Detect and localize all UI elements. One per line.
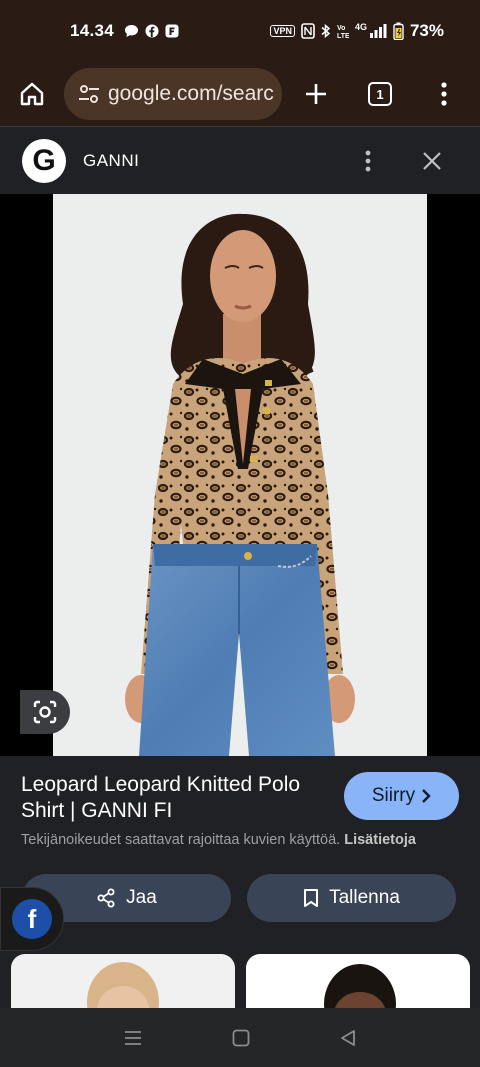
learn-more-link[interactable]: Lisätietoja [344, 832, 416, 848]
result-info: Leopard Leopard Knitted Polo Shirt | GAN… [0, 756, 480, 886]
tab-switcher-button[interactable]: 1 [348, 62, 412, 126]
site-name[interactable]: GANNI [83, 151, 139, 171]
lens-search-icon [33, 700, 57, 724]
network-type: 4G [354, 22, 367, 32]
more-vert-icon [441, 82, 447, 106]
svg-text:Vo: Vo [337, 25, 345, 32]
status-time: 14.34 [70, 21, 115, 40]
home-nav-icon[interactable] [232, 1029, 250, 1047]
google-lens-button[interactable] [20, 690, 70, 734]
facebook-icon [145, 24, 159, 38]
floating-app-bubble[interactable]: f [0, 887, 64, 951]
related-model-2 [324, 964, 396, 1008]
battery-level: 73% [409, 21, 444, 40]
url-bar[interactable]: google.com/searc [64, 68, 282, 120]
viewer-close-button[interactable] [400, 129, 464, 193]
image-preview-area [0, 194, 480, 756]
copyright-text: Tekijänoikeudet saattavat rajoittaa kuvi… [21, 832, 341, 848]
back-nav-icon[interactable] [340, 1029, 356, 1047]
product-image[interactable] [53, 194, 427, 756]
svg-text:LTE: LTE [337, 33, 349, 39]
visit-button[interactable]: Siirry [344, 772, 459, 820]
home-button[interactable] [0, 62, 64, 126]
browser-menu-button[interactable] [412, 62, 476, 126]
save-label: Tallenna [329, 887, 400, 908]
related-model-1 [87, 962, 159, 1008]
related-image-1[interactable] [11, 954, 235, 1008]
status-bar: 14.34 VPN Vo LTE 4G 73% [0, 0, 480, 62]
share-icon [97, 888, 115, 908]
save-button[interactable]: Tallenna [247, 874, 456, 922]
app-f-icon [165, 24, 179, 38]
system-icons: VPN Vo LTE 4G 73% [270, 21, 444, 41]
tab-count: 1 [368, 82, 392, 106]
model-illustration [125, 213, 355, 756]
share-label: Jaa [126, 887, 157, 908]
recent-apps-icon[interactable] [124, 1030, 142, 1046]
notification-icons [124, 24, 179, 38]
system-nav-bar [0, 1008, 480, 1067]
home-icon [20, 82, 44, 106]
close-icon [423, 151, 441, 170]
nfc-icon [301, 23, 315, 39]
image-viewer-header: G GANNI [0, 126, 480, 194]
visit-label: Siirry [371, 785, 416, 806]
vpn-badge: VPN [270, 25, 295, 37]
browser-toolbar: google.com/searc 1 [0, 62, 480, 126]
chevron-right-icon [422, 789, 431, 803]
battery-icon [393, 22, 404, 40]
bookmark-icon [304, 889, 319, 907]
bubble-letter: f [12, 899, 52, 939]
result-title[interactable]: Leopard Leopard Knitted Polo Shirt | GAN… [21, 772, 331, 824]
plus-icon [306, 84, 326, 104]
more-vert-icon [365, 150, 371, 171]
volte-icon: VoLTE [337, 25, 349, 39]
viewer-more-button[interactable] [336, 129, 400, 193]
new-tab-button[interactable] [284, 62, 348, 126]
related-image-2[interactable] [246, 954, 470, 1008]
site-favicon: G [22, 138, 66, 183]
site-settings-icon[interactable] [78, 84, 100, 104]
related-images [0, 932, 480, 1008]
chat-icon [125, 25, 139, 37]
bluetooth-icon [321, 23, 331, 39]
signal-icon [369, 24, 387, 38]
copyright-notice: Tekijänoikeudet saattavat rajoittaa kuvi… [21, 832, 416, 848]
url-text: google.com/searc [108, 82, 274, 105]
action-buttons: Jaa Tallenna [0, 872, 480, 932]
